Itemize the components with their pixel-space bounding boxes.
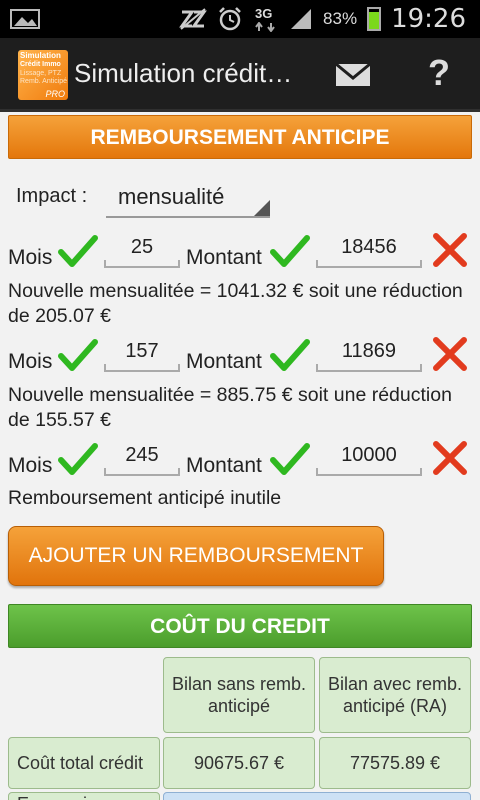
delete-icon[interactable] [432, 440, 468, 476]
app-title: Simulation crédit… [74, 58, 293, 88]
remboursement-header: REMBOURSEMENT ANTICIPE [8, 115, 472, 159]
dropdown-arrow-icon [254, 200, 270, 216]
cell-economie [163, 792, 471, 800]
montant-label: Montant [186, 454, 262, 477]
cout-header: COÛT DU CREDIT [8, 604, 472, 648]
mois-label: Mois [8, 454, 53, 477]
mois-input[interactable]: 245 [104, 440, 180, 476]
action-bar: Simulation Crédit Immo Lissage, PTZ Remb… [0, 38, 480, 112]
mois-input[interactable]: 157 [104, 336, 180, 372]
impact-value: mensualité [118, 184, 225, 209]
entry-row-2: Mois 157 Montant 11869 [0, 336, 480, 382]
battery-icon [367, 7, 382, 31]
cell-cout-avec: 77575.89 € [319, 737, 471, 789]
check-icon[interactable] [270, 232, 310, 272]
entry-note-2: Nouvelle mensualitée = 885.75 € soit une… [8, 384, 452, 431]
row-label-cout-total: Coût total crédit [8, 737, 160, 789]
entry-note-3: Remboursement anticipé inutile [8, 487, 282, 509]
app-icon-line-4: Remb. Anticipé [20, 78, 68, 85]
check-icon[interactable] [58, 336, 98, 376]
check-icon[interactable] [58, 440, 98, 480]
add-remboursement-button[interactable]: AJOUTER UN REMBOURSEMENT [8, 526, 384, 586]
col-header-sans: Bilan sans remb. anticipé [163, 657, 315, 733]
mail-icon[interactable] [334, 60, 374, 90]
montant-label: Montant [186, 246, 262, 269]
row-label-economie: Economie [8, 792, 160, 800]
col-header-avec: Bilan avec remb. anticipé (RA) [319, 657, 471, 733]
delete-icon[interactable] [432, 232, 468, 268]
delete-icon[interactable] [432, 336, 468, 372]
montant-label: Montant [186, 350, 262, 373]
entry-row-3: Mois 245 Montant 10000 [0, 440, 480, 486]
mute-icon [179, 8, 207, 30]
battery-level [369, 12, 380, 29]
app-icon-badge: PRO [45, 89, 65, 99]
battery-percent: 83% [323, 9, 358, 28]
entry-note-1: Nouvelle mensualitée = 1041.32 € soit un… [8, 280, 463, 327]
app-icon-line-1: Simulation [20, 51, 61, 60]
mois-input[interactable]: 25 [104, 232, 180, 268]
montant-input[interactable]: 11869 [316, 336, 422, 372]
data-arrows-icon [255, 22, 275, 32]
clock: 19:26 [391, 4, 466, 34]
mois-label: Mois [8, 246, 53, 269]
entry-row-1: Mois 25 Montant 18456 [0, 232, 480, 278]
check-icon[interactable] [270, 440, 310, 480]
status-bar: 3G 83% 19:26 [0, 0, 480, 38]
cell-cout-sans: 90675.67 € [163, 737, 315, 789]
app-icon-line-3: Lissage, PTZ [20, 70, 62, 77]
app-icon[interactable]: Simulation Crédit Immo Lissage, PTZ Remb… [18, 50, 68, 100]
montant-input[interactable]: 10000 [316, 440, 422, 476]
check-icon[interactable] [58, 232, 98, 272]
app-icon-line-2: Crédit Immo [20, 61, 61, 68]
mois-label: Mois [8, 350, 53, 373]
help-button[interactable]: ? [424, 52, 454, 96]
impact-label: Impact : [16, 185, 88, 207]
alarm-icon [219, 7, 241, 31]
image-icon [10, 9, 40, 29]
montant-input[interactable]: 18456 [316, 232, 422, 268]
signal-icon [291, 9, 312, 29]
impact-select[interactable]: mensualité [106, 180, 270, 218]
network-label: 3G [255, 6, 273, 21]
check-icon[interactable] [270, 336, 310, 376]
